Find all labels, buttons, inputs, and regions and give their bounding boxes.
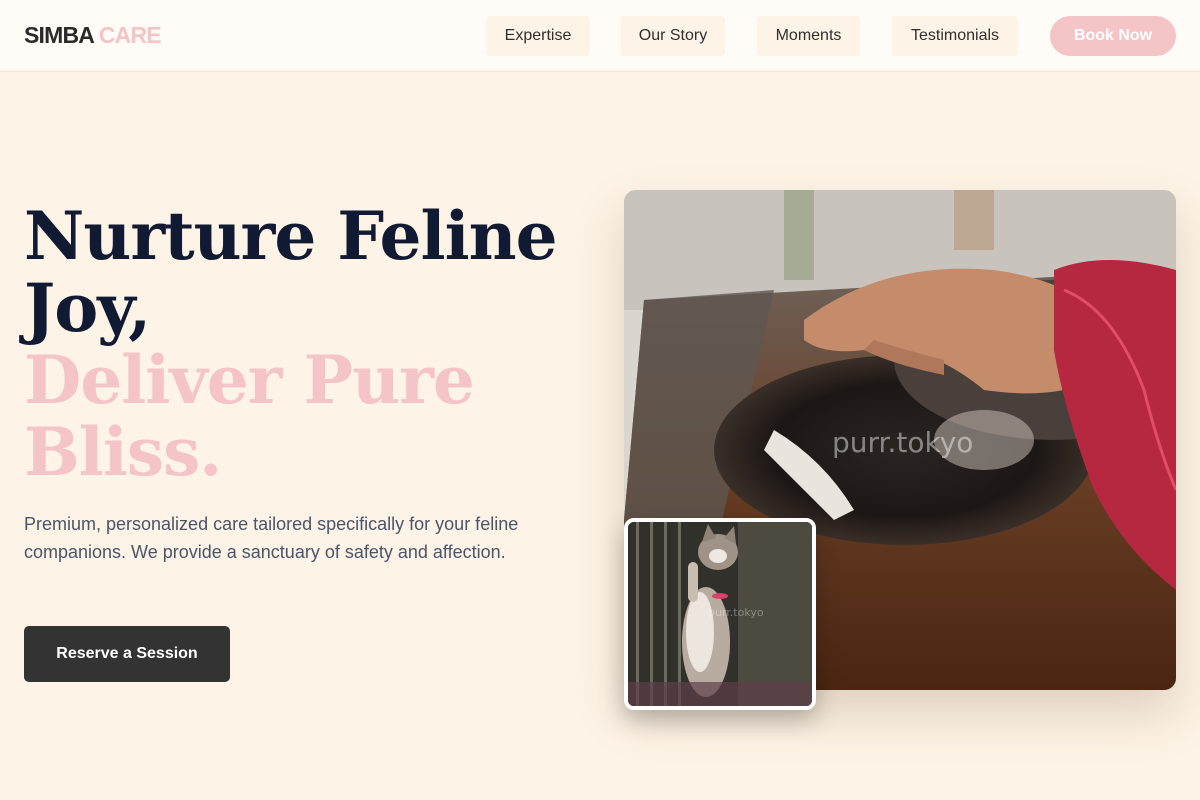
main-photo-watermark: purr.tokyo: [832, 426, 974, 459]
headline-line-4: Bliss.: [24, 413, 222, 491]
nav-item-testimonials[interactable]: Testimonials: [892, 16, 1018, 56]
brand-accent: CARE: [98, 22, 162, 48]
brand-name: SIMBA: [24, 22, 94, 48]
book-now-button[interactable]: Book Now: [1050, 16, 1176, 56]
hero-tagline: Premium, personalized care tailored spec…: [24, 514, 519, 562]
nav-item-expertise[interactable]: Expertise: [486, 16, 590, 56]
headline-line-3: Deliver Pure: [24, 341, 475, 419]
reserve-session-button[interactable]: Reserve a Session: [24, 626, 230, 682]
hero-inset-photo: purr.tokyo: [624, 518, 816, 710]
brand-logo[interactable]: SIMBA CARE: [24, 22, 162, 49]
headline-line-2: Joy,: [24, 269, 151, 347]
site-header: SIMBA CARE Expertise Our Story Moments T…: [0, 0, 1200, 72]
inset-photo-watermark: purr.tokyo: [708, 606, 764, 619]
nav-item-moments[interactable]: Moments: [757, 16, 860, 56]
headline-line-1: Nurture Feline: [24, 197, 558, 275]
nav-item-our-story[interactable]: Our Story: [621, 16, 725, 56]
hero-headline: Nurture Feline Joy, Deliver Pure Bliss.: [24, 200, 584, 488]
